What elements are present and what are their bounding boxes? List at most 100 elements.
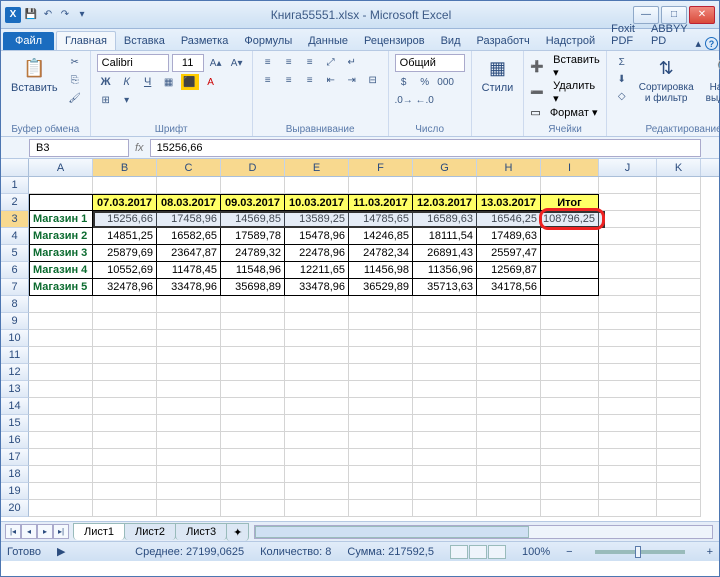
cell-1-K[interactable]	[657, 177, 701, 194]
cell-19-H[interactable]	[477, 483, 541, 500]
cell-8-I[interactable]	[541, 296, 599, 313]
cell-8-B[interactable]	[93, 296, 157, 313]
cell-20-J[interactable]	[599, 500, 657, 517]
fx-icon[interactable]: fx	[135, 142, 144, 154]
row-header-6[interactable]: 6	[1, 262, 29, 279]
cell-14-H[interactable]	[477, 398, 541, 415]
cell-8-J[interactable]	[599, 296, 657, 313]
row-header-4[interactable]: 4	[1, 228, 29, 245]
font-name-input[interactable]: Calibri	[97, 54, 169, 72]
cell-12-C[interactable]	[157, 364, 221, 381]
cell-11-K[interactable]	[657, 347, 701, 364]
cell-15-G[interactable]	[413, 415, 477, 432]
cell-8-D[interactable]	[221, 296, 285, 313]
cell-10-K[interactable]	[657, 330, 701, 347]
cell-8-H[interactable]	[477, 296, 541, 313]
cell-10-J[interactable]	[599, 330, 657, 347]
scrollbar-thumb[interactable]	[255, 526, 529, 538]
cell-2-B[interactable]: 07.03.2017	[93, 194, 157, 211]
cell-19-G[interactable]	[413, 483, 477, 500]
sheet-nav-last[interactable]: ▸|	[53, 524, 69, 539]
save-icon[interactable]: 💾	[24, 8, 38, 22]
cell-2-K[interactable]	[657, 194, 701, 211]
cell-4-K[interactable]	[657, 228, 701, 245]
cell-13-D[interactable]	[221, 381, 285, 398]
select-all-corner[interactable]	[1, 159, 29, 176]
cell-3-B[interactable]: 15256,66	[93, 211, 157, 228]
cell-17-I[interactable]	[541, 449, 599, 466]
cell-20-I[interactable]	[541, 500, 599, 517]
cell-18-G[interactable]	[413, 466, 477, 483]
tab-view[interactable]: Вид	[433, 32, 469, 50]
cell-20-B[interactable]	[93, 500, 157, 517]
cell-5-J[interactable]	[599, 245, 657, 262]
cell-9-C[interactable]	[157, 313, 221, 330]
cell-20-G[interactable]	[413, 500, 477, 517]
row-header-15[interactable]: 15	[1, 415, 29, 432]
font-color-button[interactable]: A	[202, 74, 220, 90]
row-header-10[interactable]: 10	[1, 330, 29, 347]
cell-4-E[interactable]: 15478,96	[285, 228, 349, 245]
cell-7-E[interactable]: 33478,96	[285, 279, 349, 296]
cell-18-I[interactable]	[541, 466, 599, 483]
cell-7-D[interactable]: 35698,89	[221, 279, 285, 296]
cell-16-K[interactable]	[657, 432, 701, 449]
cell-14-I[interactable]	[541, 398, 599, 415]
cell-2-J[interactable]	[599, 194, 657, 211]
cell-3-E[interactable]: 13589,25	[285, 211, 349, 228]
cell-1-I[interactable]	[541, 177, 599, 194]
col-header-F[interactable]: F	[349, 159, 413, 176]
total-4[interactable]	[541, 262, 599, 279]
cell-9-H[interactable]	[477, 313, 541, 330]
cell-18-B[interactable]	[93, 466, 157, 483]
fill-color-button[interactable]: ⬛	[181, 74, 199, 90]
cell-7-G[interactable]: 35713,63	[413, 279, 477, 296]
align-top-button[interactable]: ≡	[259, 54, 277, 70]
cell-17-G[interactable]	[413, 449, 477, 466]
cell-14-D[interactable]	[221, 398, 285, 415]
cell-5-C[interactable]: 23647,87	[157, 245, 221, 262]
cell-20-C[interactable]	[157, 500, 221, 517]
cell-4-F[interactable]: 14246,85	[349, 228, 413, 245]
store-name-2[interactable]: Магазин 2	[29, 228, 93, 245]
cell-12-H[interactable]	[477, 364, 541, 381]
store-name-1[interactable]: Магазин 1	[29, 211, 93, 228]
cell-13-J[interactable]	[599, 381, 657, 398]
cell-13-K[interactable]	[657, 381, 701, 398]
cell-10-C[interactable]	[157, 330, 221, 347]
cell-16-F[interactable]	[349, 432, 413, 449]
row-header-9[interactable]: 9	[1, 313, 29, 330]
cell-2-I[interactable]: Итог	[541, 194, 599, 211]
row-header-16[interactable]: 16	[1, 432, 29, 449]
tab-data[interactable]: Данные	[300, 32, 356, 50]
cell-15-F[interactable]	[349, 415, 413, 432]
tab-review[interactable]: Рецензиров	[356, 32, 433, 50]
cell-12-J[interactable]	[599, 364, 657, 381]
cell-11-A[interactable]	[29, 347, 93, 364]
border-button[interactable]: ▦	[160, 74, 178, 90]
cell-10-D[interactable]	[221, 330, 285, 347]
col-header-J[interactable]: J	[599, 159, 657, 176]
cell-13-H[interactable]	[477, 381, 541, 398]
cell-7-K[interactable]	[657, 279, 701, 296]
row-header-3[interactable]: 3	[1, 211, 29, 228]
wrap-text-button[interactable]: ↵	[343, 54, 361, 70]
cell-10-E[interactable]	[285, 330, 349, 347]
zoom-slider[interactable]	[595, 550, 685, 554]
cell-4-B[interactable]: 14851,25	[93, 228, 157, 245]
cell-18-F[interactable]	[349, 466, 413, 483]
cell-1-D[interactable]	[221, 177, 285, 194]
cell-18-A[interactable]	[29, 466, 93, 483]
cell-5-K[interactable]	[657, 245, 701, 262]
decrease-font-button[interactable]: A▾	[228, 55, 246, 71]
increase-indent-button[interactable]: ⇥	[343, 72, 361, 88]
cell-17-B[interactable]	[93, 449, 157, 466]
underline-button[interactable]: Ч	[139, 74, 157, 90]
cell-12-K[interactable]	[657, 364, 701, 381]
paste-button[interactable]: 📋 Вставить	[7, 54, 62, 96]
cell-11-J[interactable]	[599, 347, 657, 364]
cell-12-E[interactable]	[285, 364, 349, 381]
cell-11-H[interactable]	[477, 347, 541, 364]
zoom-level[interactable]: 100%	[522, 546, 550, 558]
cell-18-K[interactable]	[657, 466, 701, 483]
